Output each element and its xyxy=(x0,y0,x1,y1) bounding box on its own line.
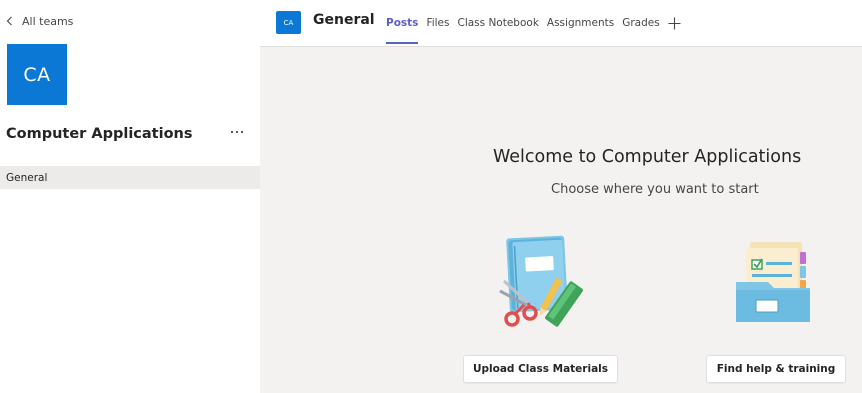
notebook-scissors-illustration xyxy=(499,235,583,327)
all-teams-link[interactable]: All teams xyxy=(6,13,73,29)
team-avatar: CA xyxy=(7,44,67,105)
upload-class-materials-button[interactable]: Upload Class Materials xyxy=(463,355,618,383)
channel-main: CA General Posts Files Class Notebook As… xyxy=(260,0,862,393)
tab-class-notebook[interactable]: Class Notebook xyxy=(453,0,542,46)
welcome-subtitle: Choose where you want to start xyxy=(551,182,759,197)
channel-title: General xyxy=(313,12,375,28)
channel-item-label: General xyxy=(6,171,48,184)
channel-item-general[interactable]: General xyxy=(0,166,260,189)
find-help-training-button[interactable]: Find help & training xyxy=(706,355,846,383)
channel-avatar-initials: CA xyxy=(283,18,294,27)
chevron-left-icon xyxy=(6,16,12,26)
channel-header: CA General Posts Files Class Notebook As… xyxy=(260,0,862,47)
ellipsis-icon xyxy=(230,130,244,134)
team-name: Computer Applications xyxy=(6,126,193,142)
upload-class-materials-label: Upload Class Materials xyxy=(472,363,609,375)
tab-files[interactable]: Files xyxy=(422,0,453,46)
team-sidebar: All teams CA Computer Applications Gener… xyxy=(0,0,260,393)
folder-documents-illustration xyxy=(736,242,810,322)
channel-tabs: Posts Files Class Notebook Assignments G… xyxy=(382,0,685,46)
plus-icon xyxy=(668,17,681,29)
find-help-training-label: Find help & training xyxy=(716,363,836,375)
add-tab-button[interactable] xyxy=(664,0,685,46)
more-options-button[interactable] xyxy=(228,124,246,140)
welcome-title: Welcome to Computer Applications xyxy=(493,147,802,167)
channel-avatar: CA xyxy=(276,11,301,34)
tab-posts[interactable]: Posts xyxy=(382,0,422,46)
all-teams-label: All teams xyxy=(22,14,74,28)
team-avatar-initials: CA xyxy=(23,63,51,86)
tab-grades[interactable]: Grades xyxy=(618,0,663,46)
tab-assignments[interactable]: Assignments xyxy=(543,0,618,46)
